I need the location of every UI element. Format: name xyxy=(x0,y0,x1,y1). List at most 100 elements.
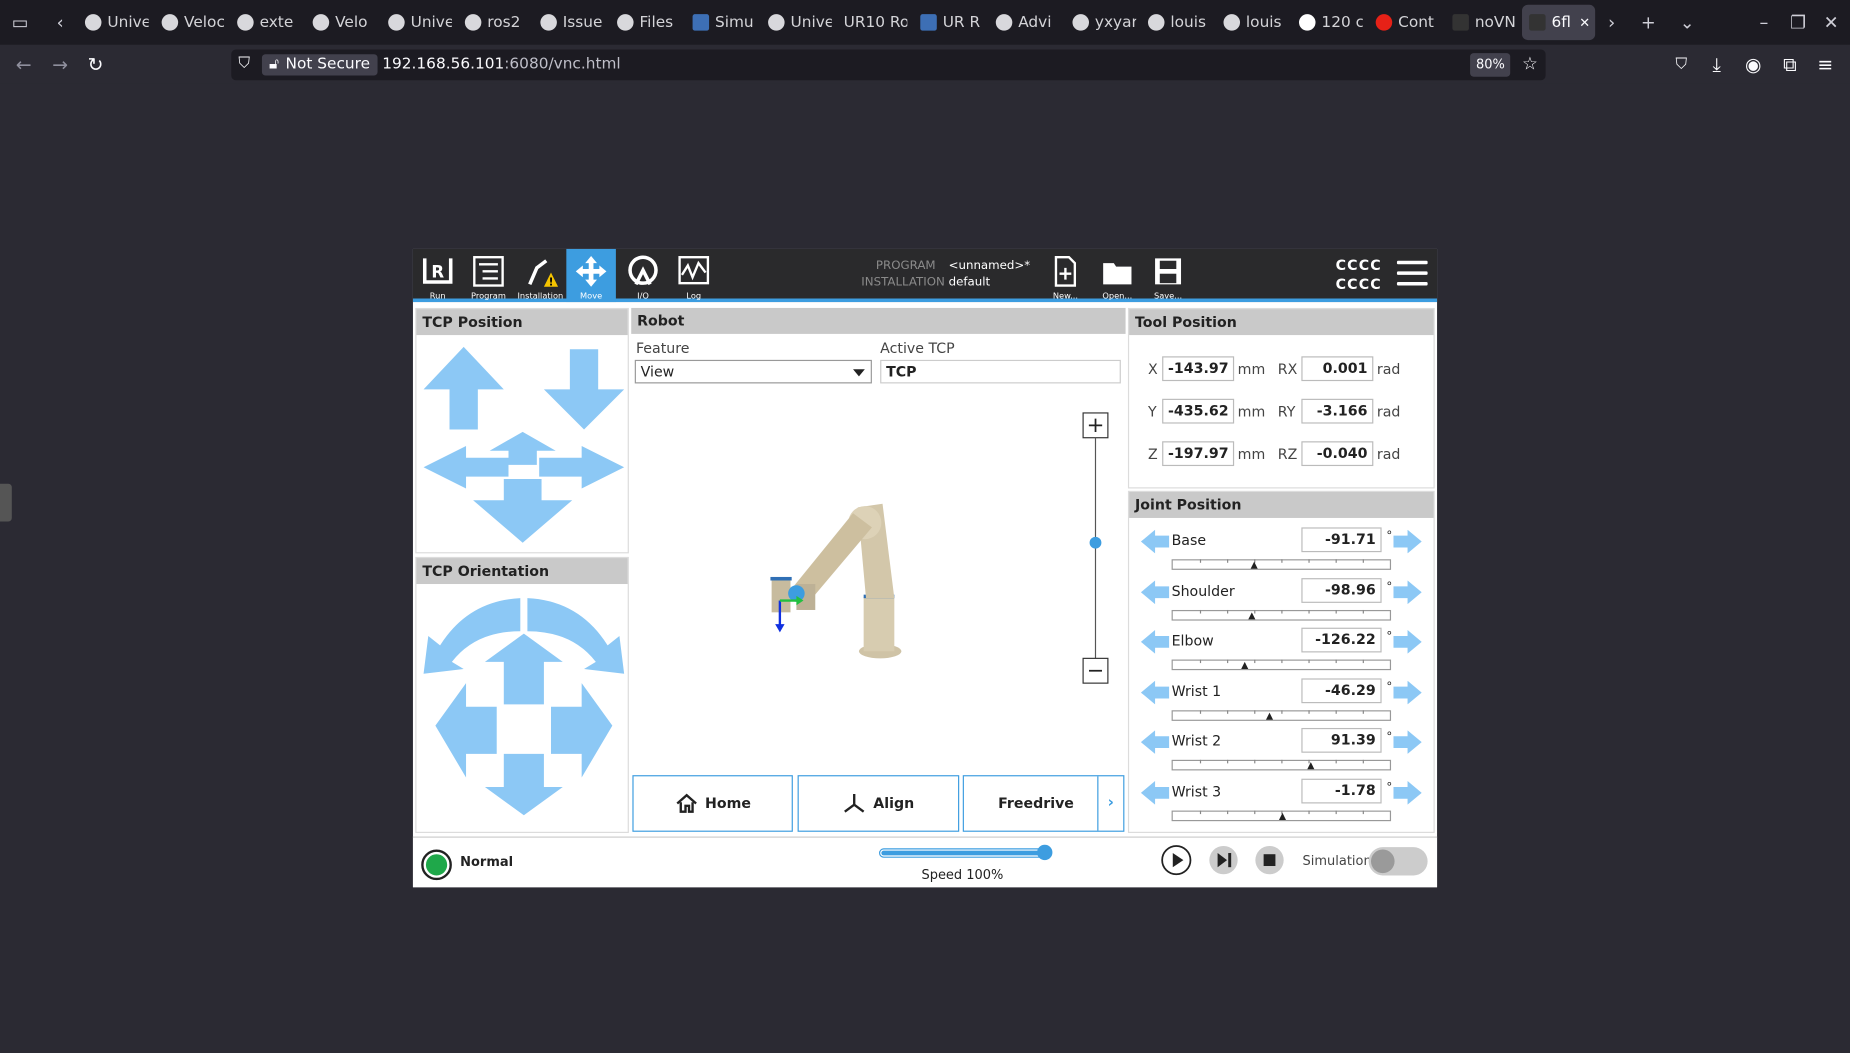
browser-tab[interactable]: louis xyxy=(1216,5,1287,40)
play-button[interactable] xyxy=(1161,845,1192,876)
close-tab-icon[interactable]: ✕ xyxy=(1579,15,1590,30)
browser-tab[interactable]: 120 c xyxy=(1292,5,1363,40)
joint-decrease-arrow-icon[interactable] xyxy=(1140,630,1170,654)
move-back-arrow-icon[interactable] xyxy=(473,479,573,543)
joint-value-field[interactable]: -91.71 xyxy=(1301,527,1382,553)
move-right-arrow-icon[interactable] xyxy=(539,445,625,489)
forward-icon[interactable]: → xyxy=(47,52,73,78)
joint-decrease-arrow-icon[interactable] xyxy=(1140,580,1170,604)
tool-rx-field[interactable]: 0.001 xyxy=(1301,356,1374,382)
speed-slider-handle[interactable] xyxy=(1037,844,1053,861)
nav-log-button[interactable]: Log xyxy=(669,249,719,302)
browser-tab[interactable]: louis xyxy=(1141,5,1212,40)
step-button[interactable] xyxy=(1208,845,1239,876)
joint-value-field[interactable]: -126.22 xyxy=(1301,627,1382,653)
browser-tab[interactable]: Files xyxy=(610,5,681,40)
nav-io-button[interactable]: I/O xyxy=(618,249,668,302)
joint-increase-arrow-icon[interactable] xyxy=(1393,630,1422,654)
joint-increase-arrow-icon[interactable] xyxy=(1393,529,1422,554)
rotate-down-arrow-icon[interactable] xyxy=(484,753,563,816)
browser-tab[interactable]: Unive xyxy=(381,5,452,40)
rotate-right-arrow-icon[interactable] xyxy=(550,683,613,778)
nav-program-button[interactable]: Program xyxy=(464,249,514,302)
url-bar[interactable]: ⛉ 🔓︎ Not Secure 192.168.56.101:6080/vnc.… xyxy=(231,49,1546,81)
browser-tab[interactable]: Cont xyxy=(1369,5,1440,40)
tool-rz-field[interactable]: -0.040 xyxy=(1301,441,1374,467)
joint-value-field[interactable]: -46.29 xyxy=(1301,678,1382,703)
account-icon[interactable]: ◉ xyxy=(1740,52,1766,78)
browser-tab[interactable]: Advi xyxy=(989,5,1060,40)
hamburger-menu-icon[interactable] xyxy=(1396,260,1428,289)
browser-tab[interactable]: ros2 xyxy=(458,5,529,40)
joint-increase-arrow-icon[interactable] xyxy=(1393,680,1422,705)
extensions-icon[interactable]: ⧉ xyxy=(1777,52,1803,78)
save-file-button[interactable]: Save... xyxy=(1143,249,1193,302)
tab-overview-icon[interactable]: ▭ xyxy=(7,9,33,35)
browser-tab[interactable]: Simu xyxy=(685,5,756,40)
app-menu-icon[interactable]: ≡ xyxy=(1812,52,1838,78)
tool-ry-field[interactable]: -3.166 xyxy=(1301,398,1374,424)
zoom-level[interactable]: 80% xyxy=(1470,53,1511,77)
tool-z-field[interactable]: -197.97 xyxy=(1162,441,1235,467)
joint-increase-arrow-icon[interactable] xyxy=(1393,580,1422,604)
browser-tab[interactable]: 6fl ✕ xyxy=(1522,4,1596,41)
move-up-arrow-icon[interactable] xyxy=(423,346,504,430)
joint-value-field[interactable]: -1.78 xyxy=(1301,778,1382,804)
tab-scroll-left-icon[interactable]: ‹ xyxy=(47,9,73,35)
browser-tab[interactable]: UR R xyxy=(913,5,984,40)
browser-tab[interactable]: UR10 Ro xyxy=(837,5,908,40)
shield-icon[interactable]: ⛉ xyxy=(238,54,250,72)
joint-increase-arrow-icon[interactable] xyxy=(1393,781,1422,805)
rotate-left-arrow-icon[interactable] xyxy=(435,683,497,778)
robot-3d-view[interactable]: + xyxy=(631,391,1125,745)
nav-move-button[interactable]: Move xyxy=(566,248,616,303)
feature-select[interactable]: View xyxy=(634,359,872,384)
freedrive-button[interactable]: Freedrive › xyxy=(962,775,1125,832)
new-file-button[interactable]: New... xyxy=(1041,249,1091,302)
joint-value-field[interactable]: -98.96 xyxy=(1301,577,1382,603)
pocket-icon[interactable]: ⛉ xyxy=(1668,52,1694,78)
tool-y-field[interactable]: -435.62 xyxy=(1162,398,1235,424)
close-window-icon[interactable]: ✕ xyxy=(1818,9,1844,35)
tool-x-field[interactable]: -143.97 xyxy=(1162,356,1235,382)
open-file-button[interactable]: Open... xyxy=(1093,249,1143,302)
nav-run-button[interactable]: R Run xyxy=(413,249,463,302)
restore-icon[interactable]: ❐ xyxy=(1785,9,1811,35)
rotate-up-arrow-icon[interactable] xyxy=(484,633,563,705)
active-tcp-field[interactable]: TCP xyxy=(880,359,1121,384)
zoom-slider-handle[interactable] xyxy=(1089,536,1102,549)
browser-tab[interactable]: noVN xyxy=(1445,5,1516,40)
freedrive-expand-chevron-icon[interactable]: › xyxy=(1097,776,1123,831)
browser-tab[interactable]: Veloc xyxy=(155,5,226,40)
url-text[interactable]: 192.168.56.101:6080/vnc.html xyxy=(382,55,620,73)
nav-installation-button[interactable]: ! Installation xyxy=(516,249,566,302)
list-all-tabs-icon[interactable]: ⌄ xyxy=(1674,9,1700,35)
downloads-icon[interactable]: ⤓ xyxy=(1704,52,1730,78)
novnc-sidebar-handle[interactable] xyxy=(0,483,12,522)
joint-decrease-arrow-icon[interactable] xyxy=(1140,680,1170,705)
reload-icon[interactable]: ↻ xyxy=(83,52,109,78)
back-icon[interactable]: ← xyxy=(11,52,37,78)
browser-tab[interactable]: exte xyxy=(230,5,301,40)
browser-tab[interactable]: Unive xyxy=(761,5,832,40)
move-down-arrow-icon[interactable] xyxy=(543,349,625,430)
joint-decrease-arrow-icon[interactable] xyxy=(1140,529,1170,554)
not-secure-badge[interactable]: 🔓︎ Not Secure xyxy=(261,54,378,76)
bookmark-star-icon[interactable]: ☆ xyxy=(1522,53,1538,74)
minimize-icon[interactable]: – xyxy=(1751,9,1777,35)
move-left-arrow-icon[interactable] xyxy=(423,445,509,489)
speed-slider[interactable] xyxy=(878,844,1053,861)
browser-tab[interactable]: yxyar xyxy=(1065,5,1136,40)
simulation-toggle[interactable] xyxy=(1368,847,1428,876)
joint-decrease-arrow-icon[interactable] xyxy=(1140,781,1170,805)
joint-increase-arrow-icon[interactable] xyxy=(1393,730,1422,755)
browser-tab[interactable]: Velo xyxy=(306,5,377,40)
joint-value-field[interactable]: 91.39 xyxy=(1301,728,1382,754)
tab-scroll-right-icon[interactable]: › xyxy=(1599,9,1625,35)
joint-decrease-arrow-icon[interactable] xyxy=(1140,730,1170,755)
browser-tab[interactable]: Unive xyxy=(78,5,149,40)
align-button[interactable]: Align xyxy=(797,775,960,832)
browser-tab[interactable]: Issue xyxy=(533,5,604,40)
stop-button[interactable] xyxy=(1254,845,1285,876)
new-tab-icon[interactable]: + xyxy=(1635,9,1661,35)
